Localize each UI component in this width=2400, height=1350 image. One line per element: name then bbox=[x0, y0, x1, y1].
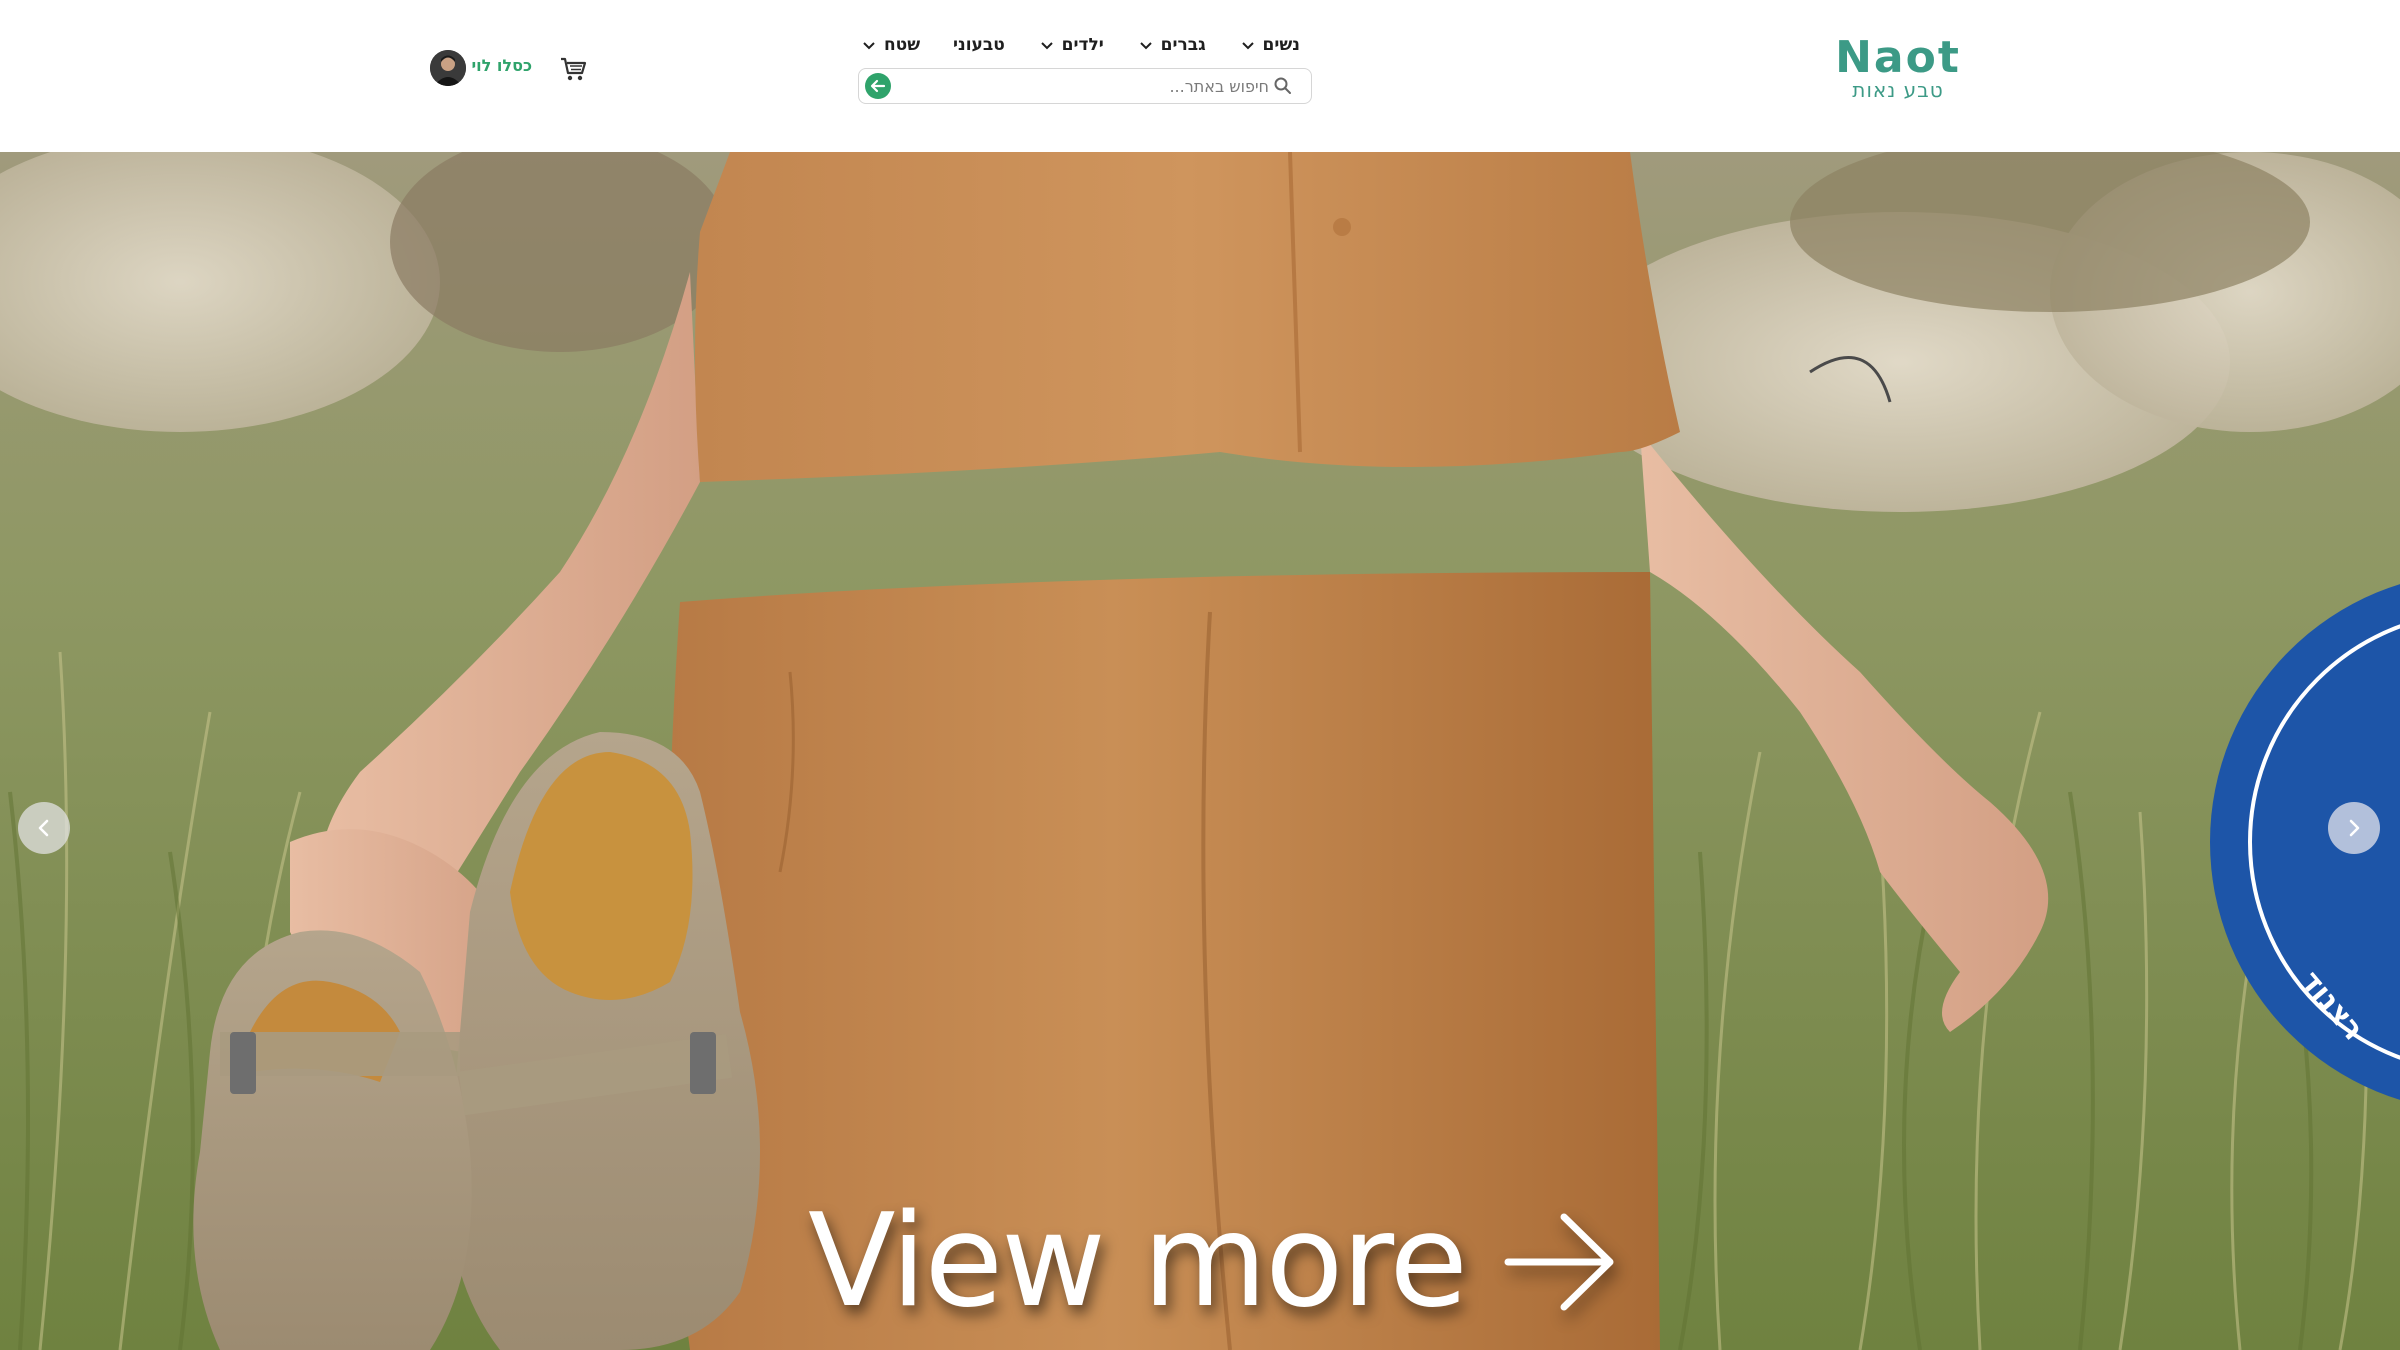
site-header: Naot טבע נאות נשים גברים ילדים טבעוני שט… bbox=[0, 0, 2400, 152]
main-nav: נשים גברים ילדים טבעוני שטח bbox=[860, 24, 1300, 66]
view-more-link[interactable]: View more bbox=[808, 1192, 1620, 1332]
user-name-link[interactable]: כסלו לוי bbox=[468, 56, 532, 75]
chevron-down-icon bbox=[1139, 42, 1152, 50]
nav-item-label: נשים bbox=[1262, 35, 1300, 55]
chevron-down-icon bbox=[1040, 42, 1053, 50]
logo-wordmark: Naot bbox=[1835, 32, 1961, 83]
chevron-down-icon bbox=[863, 42, 875, 50]
search-icon bbox=[1274, 77, 1291, 94]
arrow-left-icon bbox=[870, 79, 886, 93]
shopping-cart-icon[interactable] bbox=[558, 54, 588, 84]
nav-item-women[interactable]: נשים bbox=[1239, 35, 1300, 55]
search-input[interactable] bbox=[899, 69, 1271, 104]
nav-item-outdoor[interactable]: שטח bbox=[860, 35, 920, 55]
naot-logo[interactable]: Naot טבע נאות bbox=[1822, 34, 1974, 106]
arrow-right-icon bbox=[1504, 1213, 1614, 1311]
chevron-left-icon bbox=[38, 819, 49, 837]
nav-item-men[interactable]: גברים bbox=[1137, 35, 1206, 55]
user-photo bbox=[430, 50, 466, 86]
nav-item-vegan[interactable]: טבעוני bbox=[953, 35, 1005, 55]
hero-image bbox=[0, 152, 2400, 1350]
nav-item-label: ילדים bbox=[1061, 35, 1104, 55]
carousel-prev-button[interactable] bbox=[18, 802, 70, 854]
logo-subtitle: טבע נאות bbox=[1852, 78, 1944, 102]
search-bar bbox=[858, 68, 1312, 104]
nav-item-label: טבעוני bbox=[952, 35, 1005, 55]
carousel-next-button[interactable] bbox=[2328, 802, 2380, 854]
hero-carousel: רצנוד View more bbox=[0, 152, 2400, 1350]
chevron-down-icon bbox=[1241, 42, 1254, 50]
search-submit-button[interactable] bbox=[865, 73, 891, 99]
nav-item-label: גברים bbox=[1160, 35, 1206, 55]
chevron-right-icon bbox=[2349, 819, 2360, 837]
nav-item-label: שטח bbox=[884, 35, 921, 55]
avatar[interactable] bbox=[430, 50, 466, 86]
nav-item-kids[interactable]: ילדים bbox=[1038, 35, 1104, 55]
view-more-label: View more bbox=[808, 1187, 1468, 1336]
